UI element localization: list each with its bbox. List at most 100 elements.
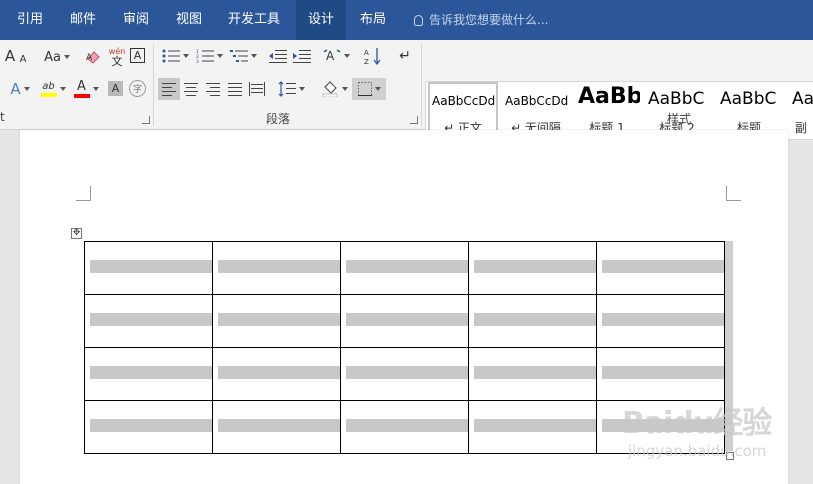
phonetic-guide-button[interactable]: wén 文	[106, 44, 128, 70]
table-cell[interactable]	[468, 294, 597, 348]
tab-review[interactable]: 审阅	[113, 0, 159, 40]
table-row	[84, 294, 725, 348]
style-preview: AaBbCcDd	[432, 94, 496, 108]
numbering-button[interactable]: 123	[194, 47, 224, 65]
align-left-icon	[162, 82, 176, 96]
decrease-indent-button[interactable]	[268, 47, 288, 65]
chevron-down-icon	[23, 87, 30, 91]
cell-shading	[474, 260, 596, 273]
table-cell[interactable]	[84, 347, 213, 401]
tab-mailings[interactable]: 邮件	[60, 0, 106, 40]
font-color-button[interactable]: A	[72, 78, 100, 100]
increase-indent-button[interactable]	[292, 47, 312, 65]
chevron-down-icon	[182, 54, 189, 58]
text-highlight-button[interactable]: ab	[38, 78, 68, 100]
tab-developer[interactable]: 开发工具	[220, 0, 288, 40]
margin-corner-top-right	[726, 186, 741, 201]
group-separator	[153, 44, 154, 126]
cell-shading	[90, 313, 212, 326]
tab-design[interactable]: 设计	[296, 0, 346, 40]
borders-button[interactable]	[352, 78, 386, 100]
chevron-down-icon	[341, 87, 348, 91]
character-border-button[interactable]: A	[130, 48, 145, 63]
align-right-button[interactable]	[202, 78, 224, 100]
watermark-url: jingyan.baidu.com	[628, 442, 767, 460]
line-spacing-button[interactable]	[276, 78, 306, 100]
baidu-jingyan-watermark: Baidu经验 jingyan.baidu.com	[622, 398, 772, 468]
style-preview: AaBbC	[720, 89, 777, 109]
styles-group-label: 样式	[667, 112, 692, 126]
bullets-button[interactable]	[160, 47, 190, 65]
tell-me-text: 告诉我您想要做什么...	[429, 13, 549, 27]
table-cell[interactable]	[84, 294, 213, 348]
multilevel-list-icon	[229, 50, 248, 62]
cell-shading	[602, 260, 724, 273]
table-cell[interactable]	[84, 241, 213, 295]
ribbon: A A Aa A wén文 A A ab A A 字 t 123 A AZ ↵	[0, 40, 813, 140]
cell-shading	[474, 419, 596, 432]
style-preview: AaBb	[578, 84, 640, 109]
text-effects-button[interactable]: A	[6, 79, 34, 99]
distributed-button[interactable]	[246, 78, 268, 100]
style-subtitle[interactable]: Aa 副	[788, 82, 813, 138]
table-cell[interactable]	[468, 400, 597, 454]
chevron-down-icon	[298, 87, 305, 91]
clear-formatting-button[interactable]: A	[84, 47, 102, 65]
character-shading-button[interactable]: A	[108, 81, 123, 96]
justify-icon	[228, 82, 242, 96]
align-center-icon	[184, 82, 198, 96]
multilevel-list-button[interactable]	[228, 47, 258, 65]
paragraph-group-label: 段落	[266, 112, 291, 126]
shrink-font-button[interactable]: A	[17, 50, 29, 68]
table-cell[interactable]	[340, 241, 469, 295]
asian-layout-button[interactable]: A	[322, 46, 350, 66]
table-cell[interactable]	[340, 294, 469, 348]
table-cell[interactable]	[468, 347, 597, 401]
chevron-down-icon	[59, 87, 66, 91]
shading-button[interactable]	[318, 78, 350, 100]
table-cell[interactable]	[340, 400, 469, 454]
tab-view[interactable]: 视图	[166, 0, 212, 40]
grow-font-button[interactable]: A	[2, 46, 18, 66]
table-cell[interactable]	[212, 347, 341, 401]
svg-text:Z: Z	[364, 58, 369, 65]
chevron-down-icon	[343, 54, 350, 58]
cell-shading	[218, 419, 340, 432]
table-cell[interactable]	[468, 241, 597, 295]
table-cell[interactable]	[84, 400, 213, 454]
table-cell[interactable]	[212, 294, 341, 348]
font-dialog-launcher-icon[interactable]	[142, 116, 150, 124]
tab-references[interactable]: 引用	[8, 0, 52, 40]
paint-bucket-icon	[322, 81, 337, 97]
table-cell[interactable]	[596, 294, 725, 348]
margin-corner-top-left	[76, 186, 91, 201]
table-cell[interactable]	[596, 347, 725, 401]
enclose-characters-button[interactable]: 字	[129, 80, 146, 97]
justify-button[interactable]	[224, 78, 246, 100]
cell-shading	[218, 366, 340, 379]
table-move-icon[interactable]: ✥	[71, 228, 82, 239]
svg-text:A: A	[364, 49, 369, 57]
svg-text:A: A	[86, 53, 93, 63]
table-cell[interactable]	[212, 241, 341, 295]
table-cell[interactable]	[212, 400, 341, 454]
align-left-button[interactable]	[158, 78, 180, 100]
table-row	[84, 347, 725, 401]
paragraph-dialog-launcher-icon[interactable]	[410, 116, 418, 124]
cell-shading	[218, 313, 340, 326]
tab-layout[interactable]: 布局	[350, 0, 396, 40]
tell-me-search[interactable]: 告诉我您想要做什么...	[414, 0, 548, 40]
font-group-label-fragment: t	[0, 110, 5, 124]
sort-button[interactable]: AZ	[362, 45, 384, 67]
table-cell[interactable]	[596, 241, 725, 295]
table-cell[interactable]	[340, 347, 469, 401]
change-case-button[interactable]: Aa	[42, 46, 72, 68]
align-center-button[interactable]	[180, 78, 202, 100]
chevron-down-icon	[374, 87, 381, 91]
show-formatting-marks-button[interactable]: ↵	[396, 47, 414, 65]
chevron-down-icon	[250, 54, 257, 58]
cell-shading	[346, 260, 468, 273]
chevron-down-icon	[216, 54, 223, 58]
pilcrow-icon: ↵	[399, 48, 411, 64]
style-name: 副	[794, 121, 807, 135]
